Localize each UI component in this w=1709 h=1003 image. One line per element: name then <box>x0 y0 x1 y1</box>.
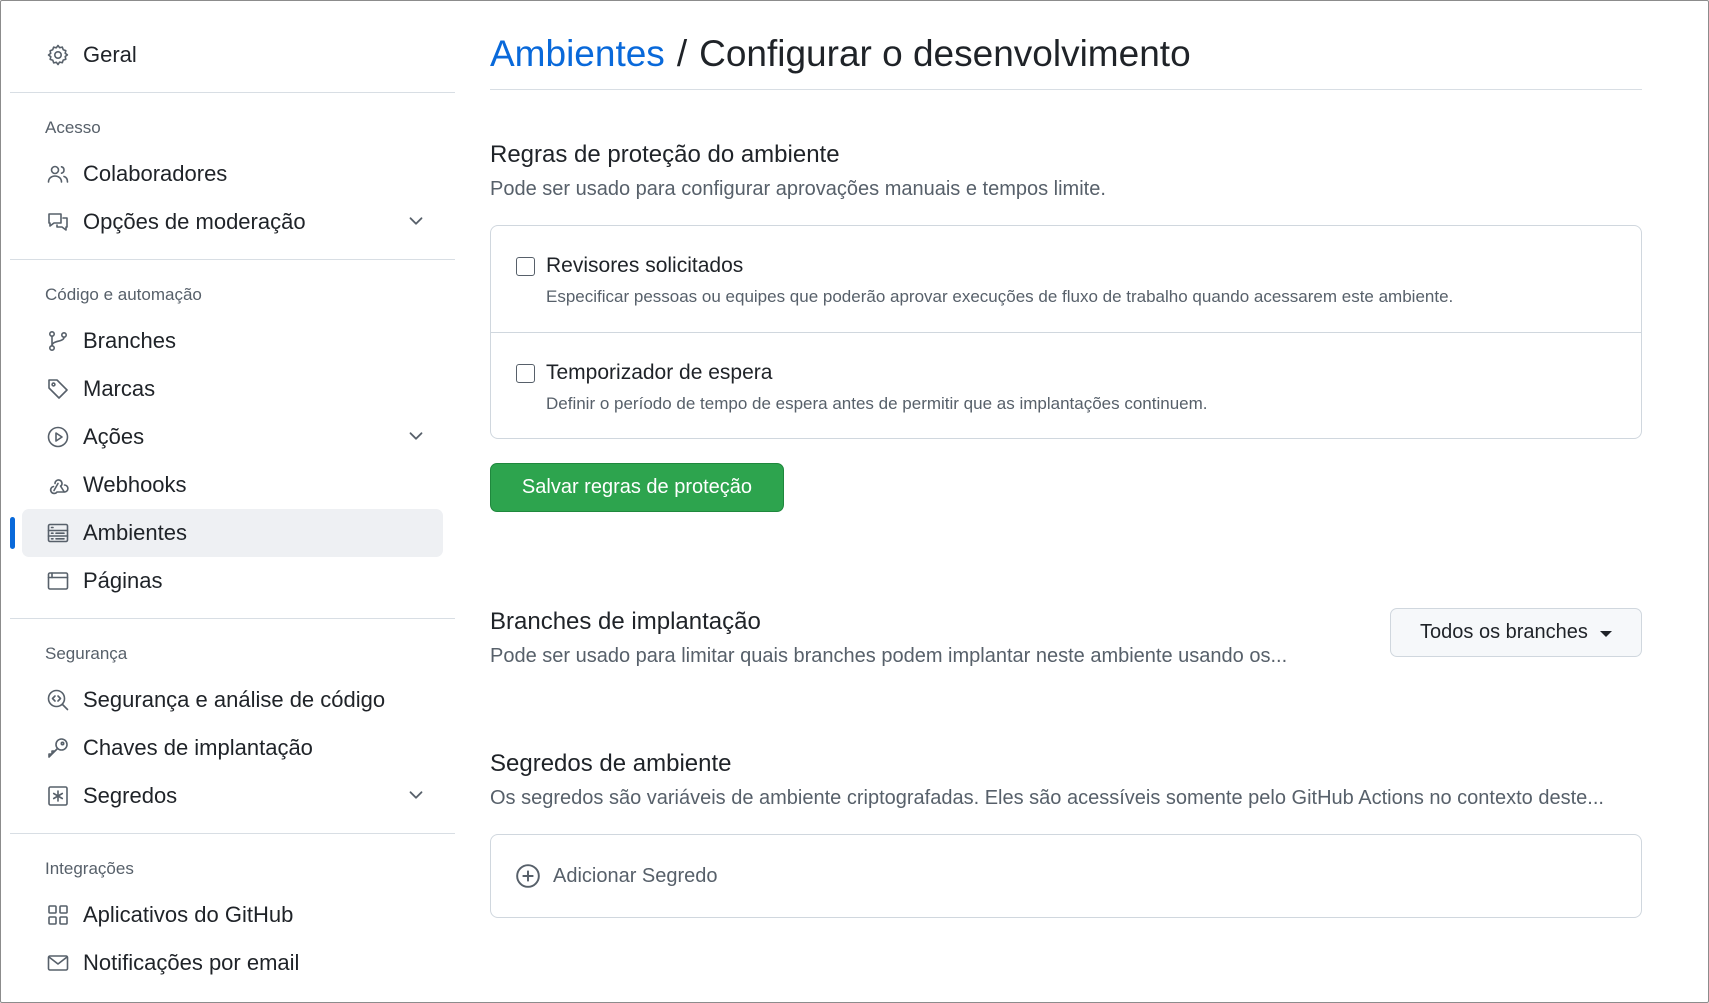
sidebar-divider <box>10 259 455 260</box>
settings-window: Geral Acesso Colaboradores Opções de mod… <box>0 0 1709 1003</box>
key-icon <box>45 735 71 761</box>
sidebar-item-email-notifications[interactable]: Notificações por email <box>22 939 443 987</box>
sidebar-heading-code: Código e automação <box>45 285 202 304</box>
sidebar-divider <box>10 618 455 619</box>
chevron-down-icon[interactable] <box>405 784 429 808</box>
breadcrumb-link[interactable]: Ambientes <box>490 33 665 75</box>
sidebar-item-deploy-keys[interactable]: Chaves de implantação <box>22 724 443 772</box>
rule-wait-timer: Temporizador de espera Definir o período… <box>491 332 1641 438</box>
sidebar-item-label: Ações <box>83 424 145 449</box>
webhook-icon <box>45 472 71 498</box>
sidebar-item-secrets[interactable]: Segredos <box>22 772 443 820</box>
sidebar-item-webhooks[interactable]: Webhooks <box>22 461 443 509</box>
sidebar-heading-security: Segurança <box>45 644 128 663</box>
browser-icon <box>45 568 71 594</box>
rule-required-reviewers: Revisores solicitados Especificar pessoa… <box>491 226 1641 332</box>
chevron-down-icon[interactable] <box>405 210 429 234</box>
settings-sidebar: Geral Acesso Colaboradores Opções de mod… <box>10 31 455 987</box>
required-reviewers-checkbox[interactable] <box>516 257 535 276</box>
sidebar-item-moderation[interactable]: Opções de moderação <box>22 198 443 246</box>
dropdown-label: Todos os branches <box>1420 621 1588 643</box>
add-secret-button[interactable]: Adicionar Segredo <box>491 835 1641 917</box>
sidebar-item-general[interactable]: Geral <box>22 31 443 79</box>
page-title-text: Configurar o desenvolvimento <box>699 32 1191 74</box>
protection-rules-section: Regras de proteção do ambiente Pode ser … <box>490 141 1642 512</box>
branches-dropdown[interactable]: Todos os branches <box>1390 608 1642 657</box>
gear-icon <box>45 42 71 68</box>
codescan-icon <box>45 687 71 713</box>
save-protection-rules-button[interactable]: Salvar regras de proteção <box>490 463 784 512</box>
sidebar-item-github-apps[interactable]: Aplicativos do GitHub <box>22 891 443 939</box>
play-circle-icon <box>45 424 71 450</box>
sidebar-item-environments[interactable]: Ambientes <box>10 509 443 557</box>
plus-circle-icon <box>516 864 540 888</box>
section-title: Branches de implantação <box>490 608 761 635</box>
active-indicator <box>10 517 15 549</box>
section-description: Pode ser usado para limitar quais branch… <box>490 645 1288 667</box>
sidebar-item-label: Páginas <box>83 568 163 593</box>
wait-timer-checkbox[interactable] <box>516 364 535 383</box>
section-description: Pode ser usado para configurar aprovaçõe… <box>490 178 1106 200</box>
page-title: Ambientes / Configurar o desenvolvimento <box>490 31 1642 76</box>
rule-title: Revisores solicitados <box>546 254 744 277</box>
rule-description: Definir o período de tempo de espera ant… <box>546 394 1208 413</box>
breadcrumb-separator: / <box>676 32 688 74</box>
title-divider <box>490 89 1642 90</box>
caret-down-icon <box>1599 630 1612 637</box>
environment-secrets-section: Segredos de ambiente Os segredos são var… <box>490 750 1642 918</box>
rule-title: Temporizador de espera <box>546 361 773 384</box>
sidebar-item-label: Segurança e análise de código <box>83 687 386 712</box>
sidebar-heading-access: Acesso <box>45 118 101 137</box>
mail-icon <box>45 950 71 976</box>
sidebar-item-label: Aplicativos do GitHub <box>83 902 294 927</box>
tag-icon <box>45 376 71 402</box>
apps-icon <box>45 902 71 928</box>
secrets-box: Adicionar Segredo <box>490 834 1642 918</box>
comment-discussion-icon <box>45 209 71 235</box>
sidebar-item-tags[interactable]: Marcas <box>22 365 443 413</box>
sidebar-heading-integrations: Integrações <box>45 859 134 878</box>
sidebar-item-branches[interactable]: Branches <box>22 317 443 365</box>
sidebar-item-pages[interactable]: Páginas <box>22 557 443 605</box>
sidebar-item-actions[interactable]: Ações <box>22 413 443 461</box>
sidebar-item-label: Geral <box>83 42 137 67</box>
server-icon <box>45 520 71 546</box>
sidebar-item-code-security[interactable]: Segurança e análise de código <box>22 676 443 724</box>
sidebar-item-label: Branches <box>83 328 176 353</box>
sidebar-item-label: Colaboradores <box>83 161 228 186</box>
people-icon <box>45 161 71 187</box>
chevron-down-icon[interactable] <box>405 425 429 449</box>
sidebar-item-label: Notificações por email <box>83 950 300 975</box>
section-description: Os segredos são variáveis de ambiente cr… <box>490 787 1604 809</box>
section-title: Regras de proteção do ambiente <box>490 141 840 168</box>
sidebar-item-label: Chaves de implantação <box>83 735 313 760</box>
sidebar-item-collaborators[interactable]: Colaboradores <box>22 150 443 198</box>
rule-description: Especificar pessoas ou equipes que poder… <box>546 287 1454 306</box>
deployment-branches-section: Branches de implantação Pode ser usado p… <box>490 608 1642 668</box>
sidebar-item-label: Segredos <box>83 783 178 808</box>
sidebar-item-label: Opções de moderação <box>83 209 306 234</box>
section-title: Segredos de ambiente <box>490 750 732 777</box>
add-secret-label: Adicionar Segredo <box>553 864 718 887</box>
asterisk-square-icon <box>45 783 71 809</box>
sidebar-divider <box>10 833 455 834</box>
git-branch-icon <box>45 328 71 354</box>
main-content: Ambientes / Configurar o desenvolvimento… <box>490 31 1642 918</box>
sidebar-item-label: Ambientes <box>83 520 187 545</box>
sidebar-item-label: Marcas <box>83 376 156 401</box>
sidebar-item-label: Webhooks <box>83 472 187 497</box>
protection-rules-box: Revisores solicitados Especificar pessoa… <box>490 225 1642 439</box>
sidebar-divider <box>10 92 455 93</box>
